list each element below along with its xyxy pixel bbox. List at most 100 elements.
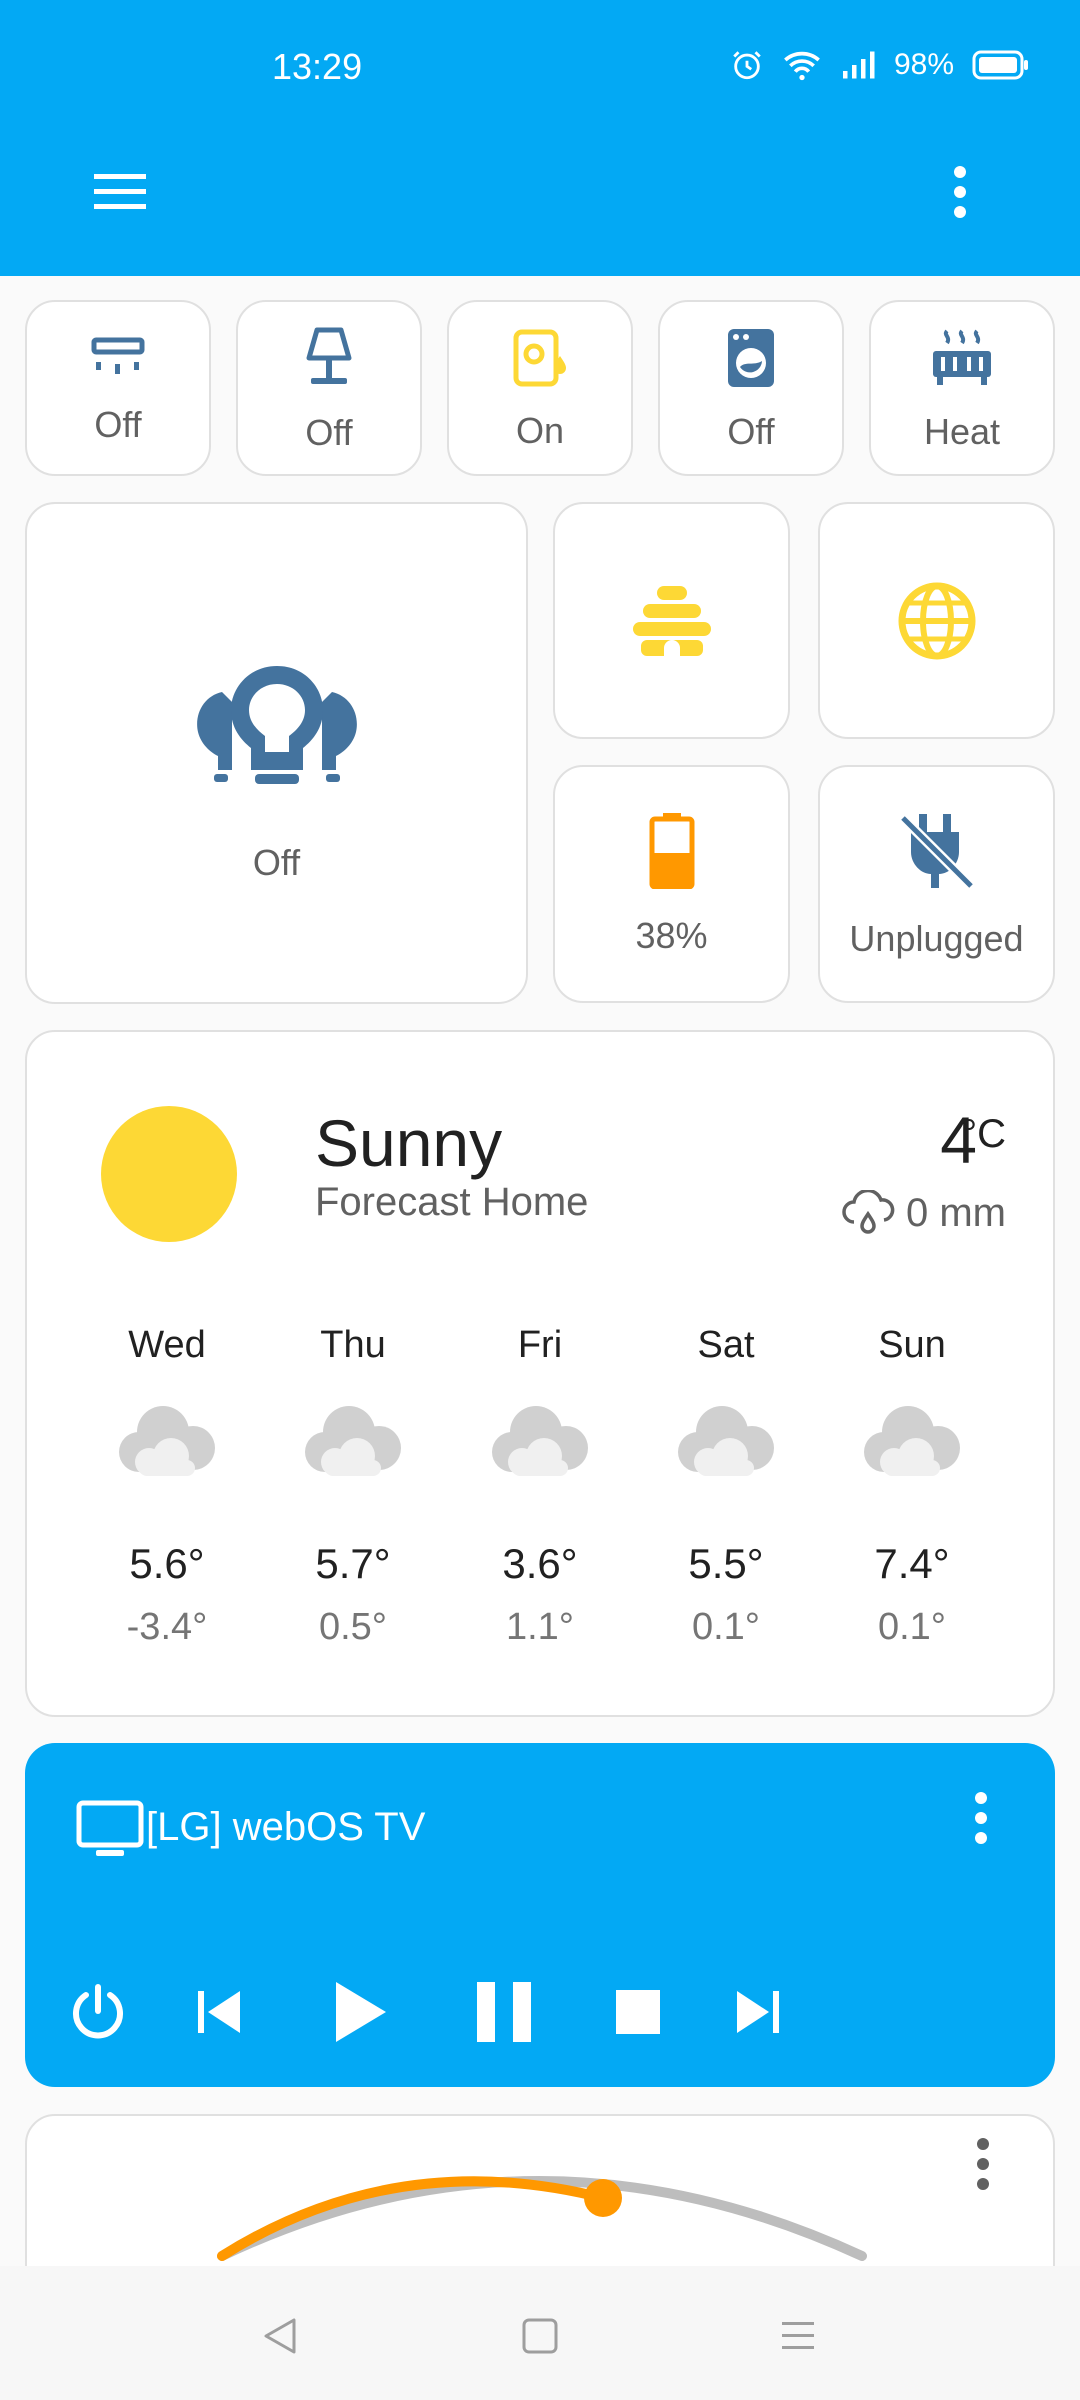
- menu-button[interactable]: [72, 144, 168, 240]
- forecast-day: Sun: [819, 1324, 1005, 1367]
- television-icon: [76, 1800, 144, 1858]
- power-icon: [69, 1983, 127, 2041]
- forecast-day-name: Wed: [128, 1324, 206, 1366]
- forecast-temps: 7.4° 0.1°: [819, 1540, 1005, 1649]
- tile-plug[interactable]: Unplugged: [818, 765, 1055, 1003]
- forecast-high: 5.7°: [315, 1540, 391, 1587]
- forecast-temps: 3.6° 1.1°: [447, 1540, 633, 1649]
- tile-air-conditioner[interactable]: Off: [25, 300, 211, 476]
- lamp-icon: [301, 326, 357, 390]
- weather-entity-name: Forecast Home: [315, 1180, 589, 1224]
- forecast-day-name: Fri: [517, 1324, 563, 1366]
- tile-ceiling-lights[interactable]: Off: [25, 502, 528, 1004]
- more-vert-icon: [953, 166, 967, 218]
- next-track-button[interactable]: [710, 1964, 806, 2060]
- forecast-day-name: Sat: [697, 1324, 755, 1366]
- forecast-high: 7.4°: [874, 1540, 950, 1587]
- tile-state: 38%: [635, 915, 708, 956]
- next-track-icon: [735, 1989, 781, 2035]
- play-button[interactable]: [312, 1964, 408, 2060]
- pause-icon: [475, 1980, 533, 2044]
- forecast-day: Sat: [633, 1324, 819, 1367]
- globe-icon: [897, 581, 977, 661]
- alarm-icon: [730, 48, 764, 82]
- forecast-low: 0.5°: [318, 1606, 388, 1648]
- forecast-day-name: Sun: [878, 1324, 946, 1366]
- cloudy-icon: [117, 1402, 217, 1476]
- pause-button[interactable]: [456, 1964, 552, 2060]
- tile-water-boiler[interactable]: On: [447, 300, 633, 476]
- cloudy-icon: [676, 1402, 776, 1476]
- recents-icon: [778, 2316, 818, 2356]
- thermostat-more-button[interactable]: [935, 2116, 1031, 2212]
- cloudy-icon: [862, 1402, 962, 1476]
- radiator-icon: [929, 327, 995, 389]
- app-more-button[interactable]: [912, 144, 1008, 240]
- back-button[interactable]: [240, 2296, 320, 2376]
- forecast-low: 1.1°: [505, 1606, 575, 1648]
- cloudy-icon: [303, 1402, 403, 1476]
- forecast-low: 0.1°: [691, 1606, 761, 1648]
- forecast-day-name: Thu: [320, 1324, 386, 1366]
- tile-state: Off: [305, 412, 353, 453]
- water-boiler-icon: [512, 328, 568, 388]
- battery-icon: [972, 49, 1030, 81]
- power-button[interactable]: [50, 1964, 146, 2060]
- more-vert-icon: [974, 1792, 988, 1844]
- forecast-day: Thu: [260, 1324, 446, 1367]
- previous-track-icon: [196, 1989, 242, 2035]
- media-more-button[interactable]: [933, 1770, 1029, 1866]
- tile-lamp[interactable]: Off: [236, 300, 422, 476]
- tile-radiator[interactable]: Heat: [869, 300, 1055, 476]
- battery-level-icon: [649, 811, 695, 889]
- home-icon: [520, 2316, 560, 2356]
- back-icon: [260, 2316, 300, 2356]
- forecast-day: Wed: [74, 1324, 260, 1367]
- washing-machine-icon: [726, 327, 776, 389]
- status-icons: 98%: [730, 48, 1030, 82]
- forecast-temps: 5.5° 0.1°: [633, 1540, 819, 1649]
- rain-cloud-icon: [840, 1190, 896, 1236]
- stop-icon: [616, 1990, 660, 2034]
- tile-washing-machine[interactable]: Off: [658, 300, 844, 476]
- hamburger-menu-icon: [92, 172, 148, 212]
- forecast-high: 3.6°: [502, 1540, 578, 1587]
- forecast-temps: 5.6° -3.4°: [74, 1540, 260, 1649]
- forecast-high: 5.5°: [688, 1540, 764, 1587]
- status-time: 13:29: [272, 46, 363, 87]
- forecast-temps: 5.7° 0.5°: [260, 1540, 446, 1649]
- forecast-low: 0.1°: [877, 1606, 947, 1648]
- tile-state: Off: [94, 404, 142, 445]
- weather-unit: °C: [961, 1112, 1006, 1156]
- tile-state: Unplugged: [849, 918, 1024, 959]
- recents-button[interactable]: [758, 2296, 838, 2376]
- weather-precipitation: 0 mm: [840, 1190, 1006, 1236]
- wifi-icon: [782, 48, 822, 82]
- tile-beehive[interactable]: [553, 502, 790, 739]
- tile-globe[interactable]: [818, 502, 1055, 739]
- beehive-icon: [627, 584, 717, 658]
- weather-condition: Sunny: [315, 1106, 503, 1180]
- cloudy-icon: [490, 1402, 590, 1476]
- play-icon: [332, 1980, 388, 2044]
- home-button[interactable]: [500, 2296, 580, 2376]
- forecast-low: -3.4°: [126, 1606, 208, 1648]
- power-plug-off-icon: [895, 808, 979, 892]
- tile-state: On: [515, 410, 565, 451]
- stop-button[interactable]: [590, 1964, 686, 2060]
- tile-state: Off: [727, 411, 775, 452]
- tile-battery[interactable]: 38%: [553, 765, 790, 1003]
- more-vert-icon: [976, 2138, 990, 2190]
- tile-state: Off: [252, 842, 301, 883]
- media-player-title: [LG] webOS TV: [146, 1805, 426, 1849]
- previous-track-button[interactable]: [171, 1964, 267, 2060]
- precipitation-value: 0 mm: [906, 1190, 1006, 1235]
- sunny-icon: [101, 1106, 237, 1242]
- signal-icon: [840, 50, 876, 80]
- battery-percent: 98%: [894, 48, 955, 81]
- tile-state: Heat: [923, 411, 1001, 452]
- forecast-day: Fri: [447, 1324, 633, 1367]
- ceiling-lights-icon: [192, 662, 362, 792]
- forecast-high: 5.6°: [129, 1540, 205, 1587]
- air-conditioner-icon: [90, 334, 146, 382]
